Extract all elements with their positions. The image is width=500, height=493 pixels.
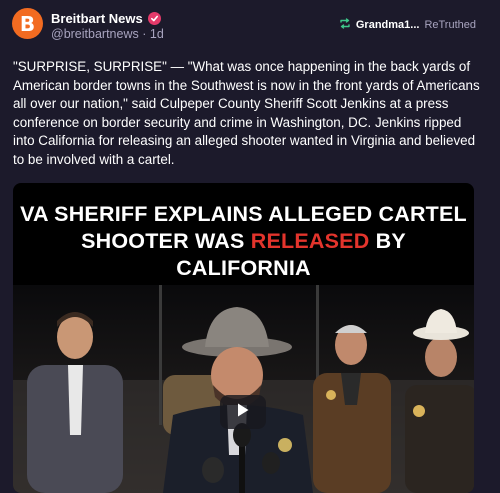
- play-icon: [236, 402, 250, 423]
- retruth-label: ReTruthed: [424, 19, 476, 31]
- author-display-name[interactable]: Breitbart News: [51, 11, 143, 26]
- video-headline: VA SHERIFF EXPLAINS ALLEGED CARTEL SHOOT…: [13, 201, 474, 282]
- video-player[interactable]: VA SHERIFF EXPLAINS ALLEGED CARTEL SHOOT…: [13, 183, 474, 493]
- play-button[interactable]: [220, 395, 266, 429]
- verified-badge-icon: [147, 11, 161, 25]
- author-avatar[interactable]: B: [12, 8, 43, 39]
- retruth-user[interactable]: Grandma1...: [356, 19, 420, 31]
- headline-highlight: RELEASED: [250, 229, 370, 253]
- headline-line-1: VA SHERIFF EXPLAINS ALLEGED CARTEL: [20, 202, 467, 226]
- headline-prefix: SHOOTER WAS: [81, 229, 251, 253]
- meta-separator: ·: [142, 27, 147, 41]
- retruth-arrows-icon: [339, 18, 351, 32]
- video-thumbnail: [13, 285, 474, 493]
- author-name-row: Breitbart News: [51, 9, 161, 27]
- post-card[interactable]: B Breitbart News @breitbartnews · 1d Gra…: [0, 0, 500, 493]
- author-handle[interactable]: @breitbartnews: [51, 27, 139, 41]
- post-text: "SURPRISE, SURPRISE" — "What was once ha…: [13, 59, 480, 167]
- headline-line-2: SHOOTER WAS RELEASED BY CALIFORNIA: [13, 228, 474, 282]
- post-time[interactable]: 1d: [150, 27, 164, 41]
- avatar-letter: B: [19, 11, 36, 36]
- retruth-indicator[interactable]: Grandma1... ReTruthed: [339, 18, 476, 32]
- author-meta: @breitbartnews · 1d: [51, 27, 164, 41]
